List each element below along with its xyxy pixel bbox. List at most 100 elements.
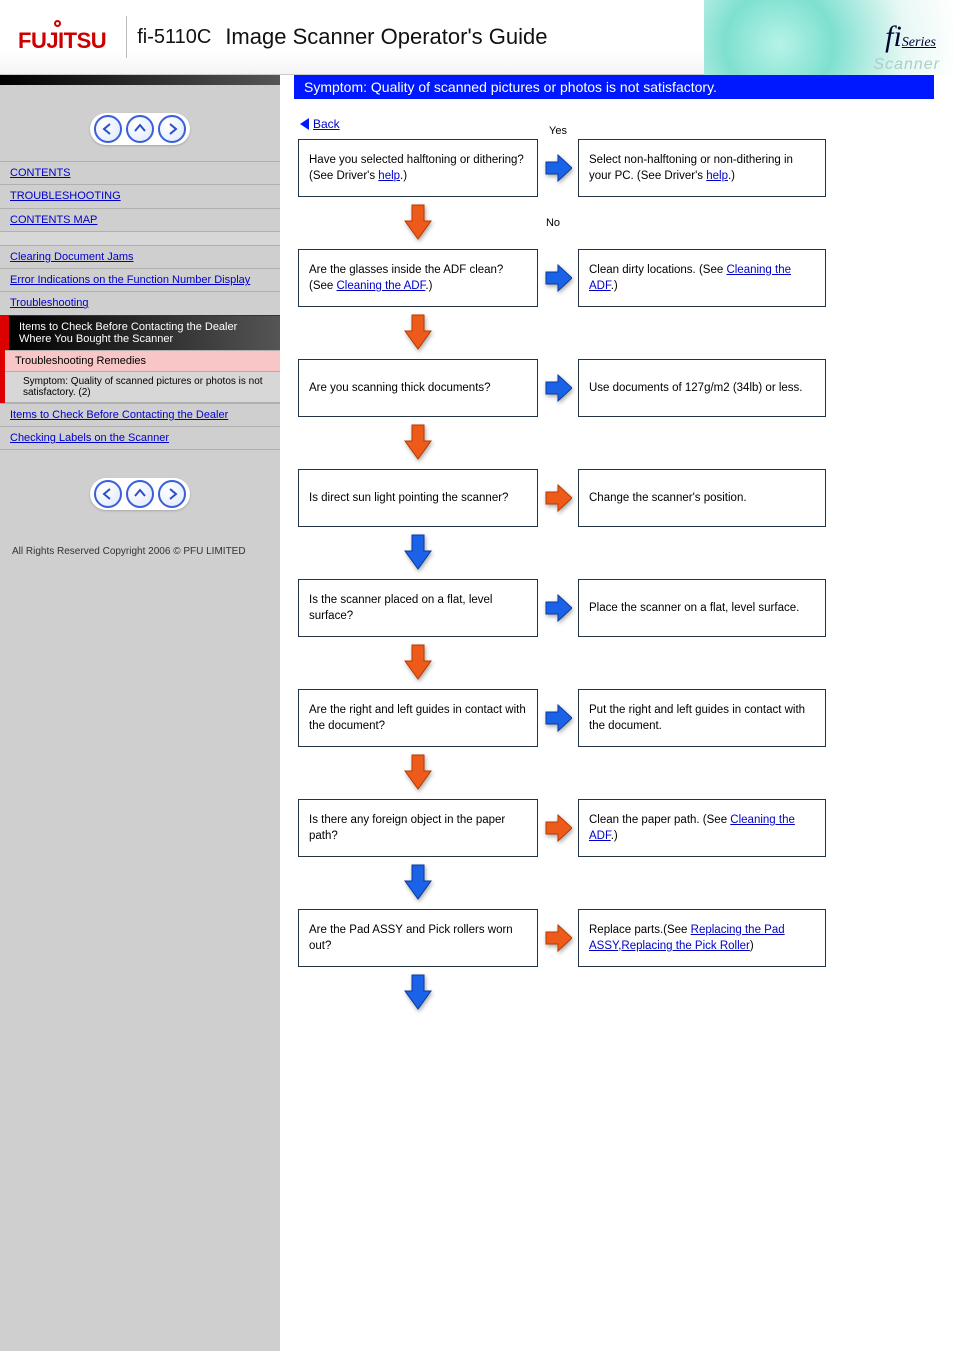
flow-v-arrow-cell [298, 967, 538, 1019]
sidebar-top-strip [0, 75, 280, 85]
nav-prev-button-bottom[interactable] [94, 480, 122, 508]
flow-answer-box: Place the scanner on a flat, level surfa… [578, 579, 826, 637]
flow-v-arrow-cell [298, 307, 538, 359]
arrow-right-icon [166, 123, 178, 135]
nav-button-group-bottom [90, 478, 190, 510]
arrow-down-orange-icon [401, 643, 435, 683]
nav-buttons-bottom [0, 450, 280, 526]
flow-v-arrow-row [298, 307, 934, 359]
brand-text: FUJITSU [18, 28, 106, 53]
back-link[interactable]: Back [313, 117, 340, 131]
flow-answer-box: Use documents of 127g/m2 (34lb) or less. [578, 359, 826, 417]
arrow-right-blue-icon [544, 591, 572, 625]
sidebar-current-item[interactable]: Troubleshooting Remedies [5, 350, 280, 371]
flow-v-arrow-row [298, 967, 934, 1019]
no-label [538, 967, 568, 1019]
arrow-left-icon [102, 123, 114, 135]
arrow-down-orange-icon [401, 313, 435, 353]
flow-v-arrow-row [298, 417, 934, 469]
flow-question-box: Have you selected halftoning or ditherin… [298, 139, 538, 197]
arrow-right-orange-icon [544, 811, 572, 845]
arrow-down-orange-icon [401, 423, 435, 463]
sidebar: CONTENTSTROUBLESHOOTINGCONTENTS MAP Clea… [0, 75, 280, 1351]
sidebar-item[interactable]: Clearing Document Jams [0, 245, 280, 268]
flowchart: Have you selected halftoning or ditherin… [298, 139, 934, 1019]
flow-v-arrow-row [298, 637, 934, 689]
flow-v-arrow-cell [298, 527, 538, 579]
arrow-right-blue-icon [544, 701, 572, 735]
current-section-wrap: Items to Check Before Contacting the Dea… [0, 315, 280, 403]
arrow-right-orange-icon [544, 481, 572, 515]
app-header: FUJITSU fi-5110C Image Scanner Operator'… [0, 0, 954, 75]
header-separator [126, 16, 127, 58]
flow-question-box: Are the glasses inside the ADF clean? (S… [298, 249, 538, 307]
flow-v-arrow-row: No [298, 197, 934, 249]
flow-v-arrow-cell [298, 637, 538, 689]
arrow-right-blue-icon [544, 261, 572, 295]
sidebar-item[interactable]: TROUBLESHOOTING [0, 184, 280, 207]
yes-label: Yes [549, 125, 567, 137]
flow-step-row: Have you selected halftoning or ditherin… [298, 139, 934, 197]
flow-question-box: Are the Pad ASSY and Pick rollers worn o… [298, 909, 538, 967]
flow-step-row: Are the right and left guides in contact… [298, 689, 934, 747]
sidebar-item[interactable]: CONTENTS MAP [0, 208, 280, 231]
arrow-down-orange-icon [401, 753, 435, 793]
arrow-right-blue-icon [544, 151, 572, 185]
flow-v-arrow-row [298, 747, 934, 799]
flow-v-arrow-cell [298, 747, 538, 799]
inline-link[interactable]: Cleaning the ADF [337, 280, 426, 292]
arrow-down-blue-icon [401, 533, 435, 573]
nav-up-button-bottom[interactable] [126, 480, 154, 508]
flow-question-box: Is direct sun light pointing the scanner… [298, 469, 538, 527]
nav-up-button[interactable] [126, 115, 154, 143]
flow-h-arrow-cell: Yes [544, 139, 572, 197]
flow-h-arrow-cell [544, 469, 572, 527]
sidebar-item[interactable]: CONTENTS [0, 161, 280, 184]
flow-answer-box: Clean the paper path. (See Cleaning the … [578, 799, 826, 857]
model-text: fi-5110C [137, 26, 211, 49]
flow-question-box: Is there any foreign object in the paper… [298, 799, 538, 857]
nav-next-button[interactable] [158, 115, 186, 143]
inline-link[interactable]: help [378, 170, 400, 182]
sidebar-spacer [0, 231, 280, 245]
arrow-right-blue-icon [544, 371, 572, 405]
copyright: All Rights Reserved Copyright 2006 © PFU… [0, 526, 280, 577]
fi-text: fi [885, 20, 902, 53]
flow-h-arrow-cell [544, 579, 572, 637]
sidebar-item[interactable]: Items to Check Before Contacting the Dea… [0, 403, 280, 426]
sidebar-item[interactable]: Troubleshooting [0, 291, 280, 314]
flow-step-row: Is the scanner placed on a flat, level s… [298, 579, 934, 637]
arrow-right-icon [166, 488, 178, 500]
arrow-left-icon [102, 488, 114, 500]
doc-title: Image Scanner Operator's Guide [225, 24, 547, 50]
inline-link[interactable]: Cleaning the ADF [589, 814, 795, 842]
inline-link[interactable]: help [706, 170, 728, 182]
flow-answer-box: Put the right and left guides in contact… [578, 689, 826, 747]
sidebar-item[interactable]: Checking Labels on the Scanner [0, 426, 280, 450]
main-content: Symptom: Quality of scanned pictures or … [280, 75, 954, 1351]
flow-question-box: Are the right and left guides in contact… [298, 689, 538, 747]
flow-answer-box: Clean dirty locations. (See Cleaning the… [578, 249, 826, 307]
nav-next-button-bottom[interactable] [158, 480, 186, 508]
sidebar-subsection[interactable]: Symptom: Quality of scanned pictures or … [5, 371, 280, 403]
page-title-bar: Symptom: Quality of scanned pictures or … [294, 75, 934, 99]
flow-step-row: Are the Pad ASSY and Pick rollers worn o… [298, 909, 934, 967]
flow-h-arrow-cell [544, 359, 572, 417]
back-triangle-icon [300, 118, 309, 130]
no-label [538, 747, 568, 799]
flow-h-arrow-cell [544, 909, 572, 967]
nav-prev-button[interactable] [94, 115, 122, 143]
nav-buttons-top [0, 85, 280, 161]
arrow-up-icon [134, 123, 146, 135]
inline-link[interactable]: Cleaning the ADF [589, 264, 791, 292]
inline-link[interactable]: Replacing the Pick Roller [621, 940, 749, 952]
logo-dot-icon [54, 20, 61, 27]
flow-h-arrow-cell [544, 249, 572, 307]
flow-v-arrow-cell [298, 197, 538, 249]
arrow-right-orange-icon [544, 921, 572, 955]
sidebar-item[interactable]: Error Indications on the Function Number… [0, 268, 280, 291]
flow-v-arrow-row [298, 527, 934, 579]
flow-h-arrow-cell [544, 799, 572, 857]
flow-answer-box: Replace parts.(See Replacing the Pad ASS… [578, 909, 826, 967]
arrow-up-icon [134, 488, 146, 500]
